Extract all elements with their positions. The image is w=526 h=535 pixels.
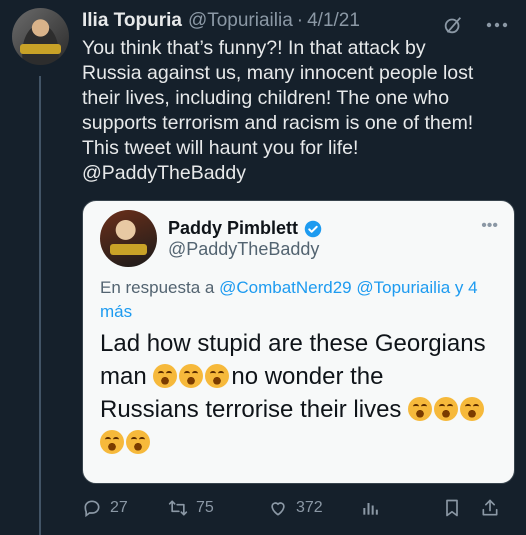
reply-icon [84, 500, 100, 518]
laughing-emoji-icon [153, 364, 178, 388]
quote-author[interactable]: Paddy Pimblett [168, 218, 322, 239]
quote-text-after-emojis: no wonder the [231, 363, 384, 390]
laughing-emoji-icon [408, 397, 433, 421]
like-button[interactable]: 372 [268, 498, 348, 518]
retweet-count: 75 [196, 499, 214, 516]
laughing-emoji-icon [205, 364, 230, 388]
laughing-emoji-icon [179, 364, 204, 388]
reply-prefix: En respuesta a [100, 278, 215, 297]
quote-author-name[interactable]: Paddy Pimblett [168, 218, 298, 239]
views-icon [363, 503, 378, 515]
retweet-icon [168, 500, 188, 516]
laughing-emoji-icon [100, 430, 124, 454]
retweet-button[interactable]: 75 [168, 498, 256, 518]
author-handle[interactable]: @Topuriailia [188, 10, 293, 32]
reply-context: En respuesta a @CombatNerd29 @Topuriaili… [100, 276, 500, 324]
share-icon [482, 499, 498, 516]
bookmark-button[interactable] [442, 498, 462, 518]
reply-mention-2[interactable]: @Topuriailia [356, 278, 450, 297]
tweet-header: Ilia Topuria @Topuriailia · 4/1/21 [82, 8, 516, 34]
quote-author-handle[interactable]: @PaddyTheBaddy [168, 239, 319, 260]
quote-author-avatar[interactable] [100, 210, 157, 267]
verified-icon [304, 220, 322, 237]
laughing-emoji-icon [460, 397, 485, 421]
like-icon [271, 502, 285, 516]
bookmark-icon [446, 499, 458, 517]
quote-text-line1: Lad how stupid are these Georgians [100, 330, 486, 357]
thread-line [39, 76, 41, 535]
share-button[interactable] [480, 498, 500, 518]
grok-icon[interactable] [442, 14, 464, 36]
tweet-date[interactable]: 4/1/21 [307, 10, 360, 32]
laughing-emoji-icon [126, 430, 150, 454]
more-icon[interactable] [486, 22, 508, 28]
action-bar: 27 75 372 [82, 494, 512, 522]
views-button[interactable] [360, 498, 380, 518]
quoted-tweet[interactable]: Paddy Pimblett @PaddyTheBaddy ••• En res… [82, 200, 515, 484]
author-name[interactable]: Ilia Topuria [82, 10, 182, 32]
like-count: 372 [296, 499, 323, 516]
reply-count: 27 [110, 499, 128, 516]
quote-text: Lad how stupid are these Georgians man n… [100, 327, 505, 459]
reply-mention-1[interactable]: @CombatNerd29 [219, 278, 352, 297]
reply-button[interactable]: 27 [82, 498, 154, 518]
author-avatar[interactable] [12, 8, 69, 65]
laughing-emoji-icon [434, 397, 459, 421]
quote-text-line3: Russians terrorise their lives [100, 396, 402, 423]
quote-text-man: man [100, 363, 147, 390]
quote-more-icon[interactable]: ••• [481, 217, 498, 235]
tweet-text: You think that’s funny?! In that attack … [82, 37, 474, 184]
separator-dot: · [296, 10, 304, 31]
